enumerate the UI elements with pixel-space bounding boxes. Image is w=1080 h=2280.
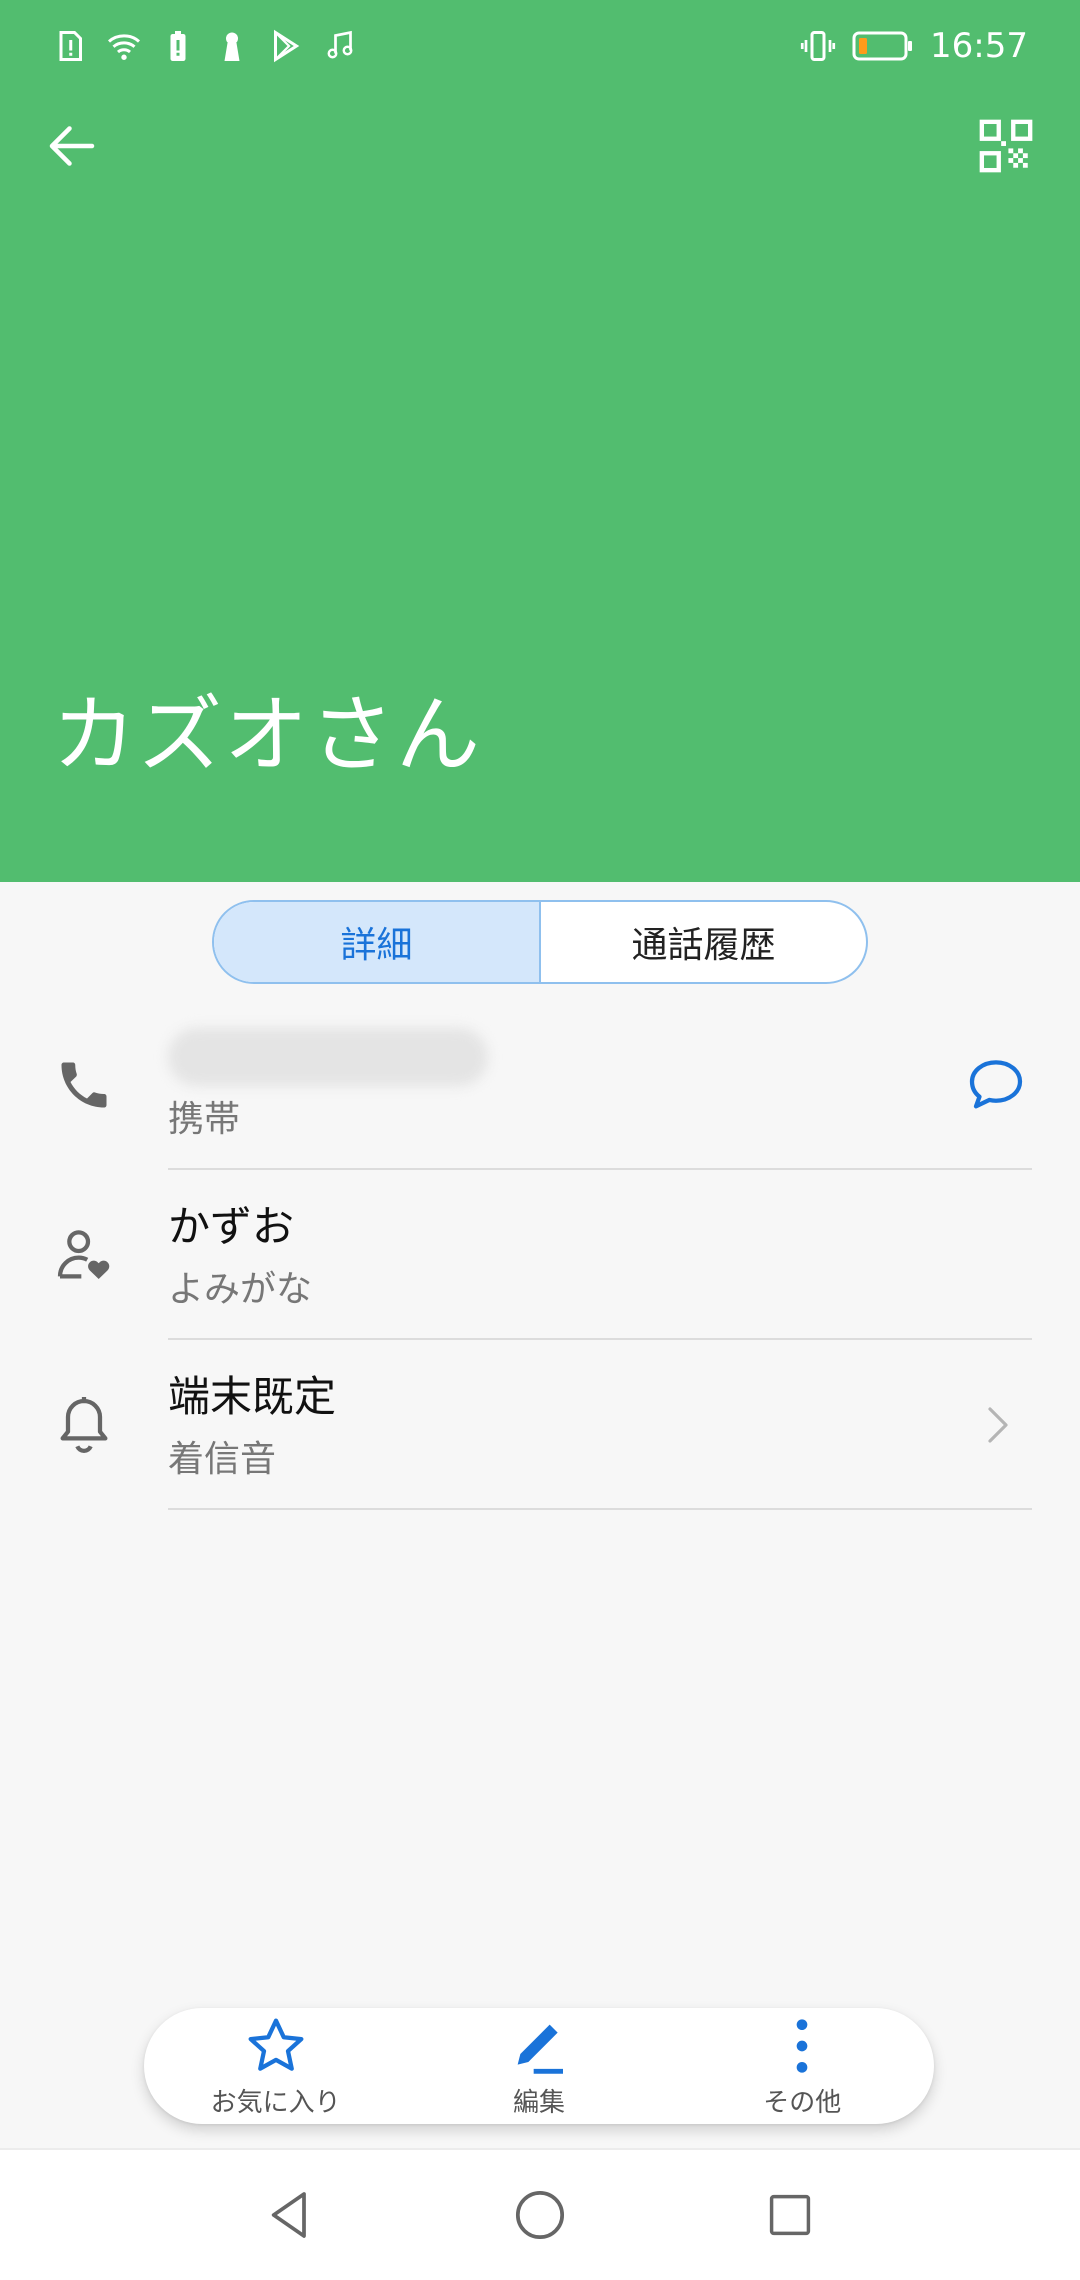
phone-number-value [168, 1028, 488, 1086]
action-toolbar: お気に入り 編集 その他 [144, 2008, 934, 2124]
reading-value: かずお [168, 1202, 295, 1251]
keyhole-icon [224, 32, 240, 61]
system-nav-bar [0, 2148, 1080, 2280]
chevron-right-icon [988, 1407, 1008, 1443]
back-triangle-icon [271, 2192, 306, 2238]
sim-alert-icon [59, 31, 82, 61]
music-icon [327, 30, 353, 59]
qr-code-icon [979, 119, 1033, 173]
vibrate-icon [800, 31, 836, 61]
phone-number-blur [168, 1028, 488, 1086]
reading-text: かずお よみがな [168, 1198, 312, 1312]
tab-call-history[interactable]: 通話履歴 [541, 902, 866, 982]
status-left [52, 28, 358, 64]
arrow-left-icon [49, 126, 95, 166]
nav-recents-button[interactable] [750, 2175, 830, 2255]
battery-low-icon [852, 31, 913, 61]
more-vert-icon [796, 2018, 808, 2073]
wifi-icon [107, 34, 141, 60]
reading-label: よみがな [168, 1269, 313, 1310]
phone-text: 携帯 [168, 1028, 488, 1142]
status-bar: 16:57 [0, 0, 1080, 92]
nav-home-button[interactable] [500, 2175, 580, 2255]
bell-icon [48, 1389, 120, 1461]
reading-row[interactable]: かずお よみがな [0, 1170, 1080, 1340]
battery-alert-icon [170, 31, 186, 61]
status-time: 16:57 [930, 26, 1028, 66]
person-heart-icon [48, 1219, 120, 1291]
tab-details[interactable]: 詳細 [214, 902, 541, 982]
nav-back-button[interactable] [250, 2175, 330, 2255]
phone-type-label: 携帯 [168, 1099, 241, 1140]
ringtone-value: 端末既定 [168, 1372, 337, 1421]
contact-info-list: 携帯 かずお よみがな 端末既定 着信音 [0, 1000, 1080, 1510]
ringtone-chevron[interactable] [960, 1389, 1032, 1461]
phone-icon [48, 1049, 120, 1121]
back-button[interactable] [32, 106, 112, 186]
star-icon [248, 2018, 304, 2071]
ringtone-text: 端末既定 着信音 [168, 1368, 336, 1482]
phone-row[interactable]: 携帯 [0, 1000, 1080, 1170]
recents-square-icon [769, 2194, 811, 2236]
detail-history-tabs: 詳細 通話履歴 [212, 900, 868, 984]
contact-header: 16:57 カズオさん [0, 0, 1080, 882]
more-label: その他 [763, 2087, 842, 2118]
edit-label: 編集 [512, 2087, 565, 2118]
edit-button[interactable]: 編集 [439, 2008, 639, 2124]
more-button[interactable]: その他 [702, 2008, 902, 2124]
home-circle-icon [515, 2190, 565, 2240]
contact-name: カズオさん [52, 686, 483, 784]
status-right: 16:57 [800, 26, 1028, 66]
row-divider [168, 1508, 1032, 1510]
message-icon [969, 1060, 1023, 1109]
pencil-icon [517, 2024, 563, 2074]
ringtone-row[interactable]: 端末既定 着信音 [0, 1340, 1080, 1510]
favorite-button[interactable]: お気に入り [176, 2008, 376, 2124]
message-button[interactable] [960, 1049, 1032, 1121]
ringtone-label: 着信音 [168, 1439, 277, 1480]
play-store-icon [274, 29, 300, 63]
favorite-label: お気に入り [210, 2087, 341, 2118]
qr-code-button[interactable] [966, 106, 1046, 186]
